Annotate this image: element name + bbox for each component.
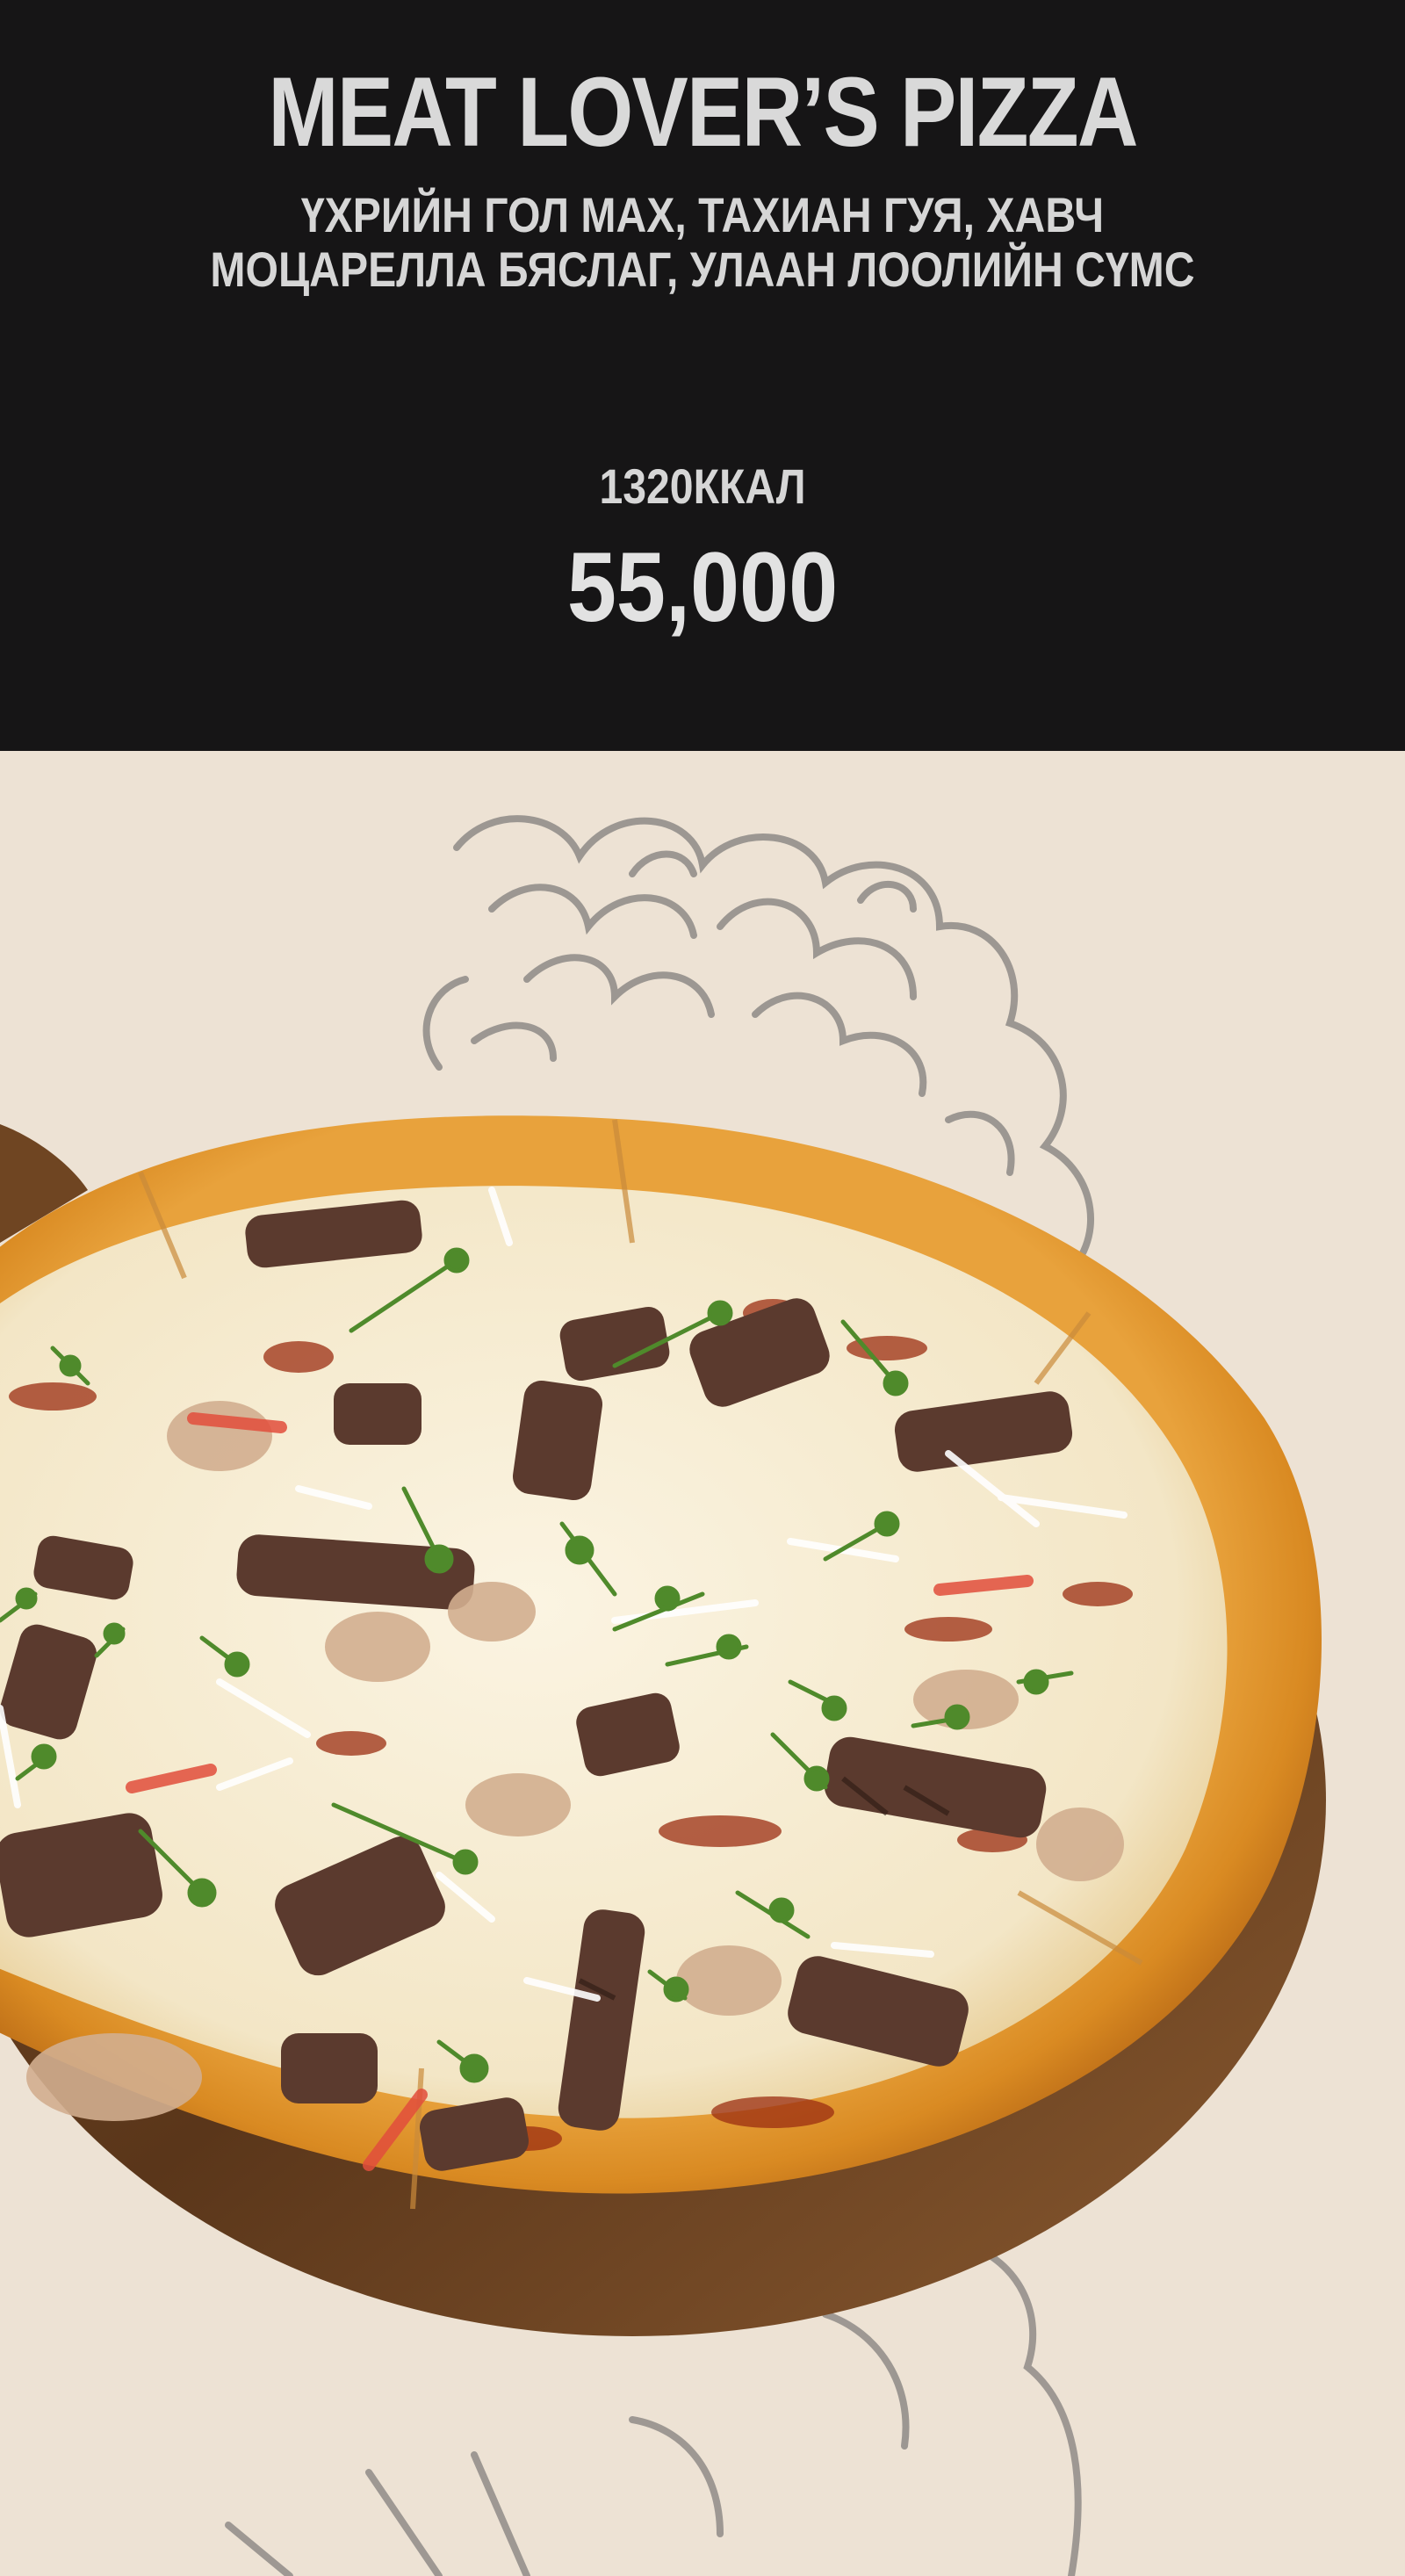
ingredients-list: ҮХРИЙН ГОЛ МАХ, ТАХИАН ГУЯ, ХАВЧ МОЦАРЕЛ… [98,188,1307,297]
menu-item-header: MEAT LOVER’S PIZZA ҮХРИЙН ГОЛ МАХ, ТАХИА… [0,0,1405,751]
pizza-title: MEAT LOVER’S PIZZA [268,57,1138,167]
pizza-photo-icon [0,815,1326,2576]
pizza-photo-section [0,751,1405,2576]
menu-card: MEAT LOVER’S PIZZA ҮХРИЙН ГОЛ МАХ, ТАХИА… [0,0,1405,2576]
ingredients-line-2: МОЦАРЕЛЛА БЯСЛАГ, УЛААН ЛООЛИЙН СҮМС [210,242,1195,297]
ingredients-line-1: ҮХРИЙН ГОЛ МАХ, ТАХИАН ГУЯ, ХАВЧ [300,187,1105,242]
calorie-count: 1320ККАЛ [599,458,806,514]
price: 55,000 [566,532,839,642]
